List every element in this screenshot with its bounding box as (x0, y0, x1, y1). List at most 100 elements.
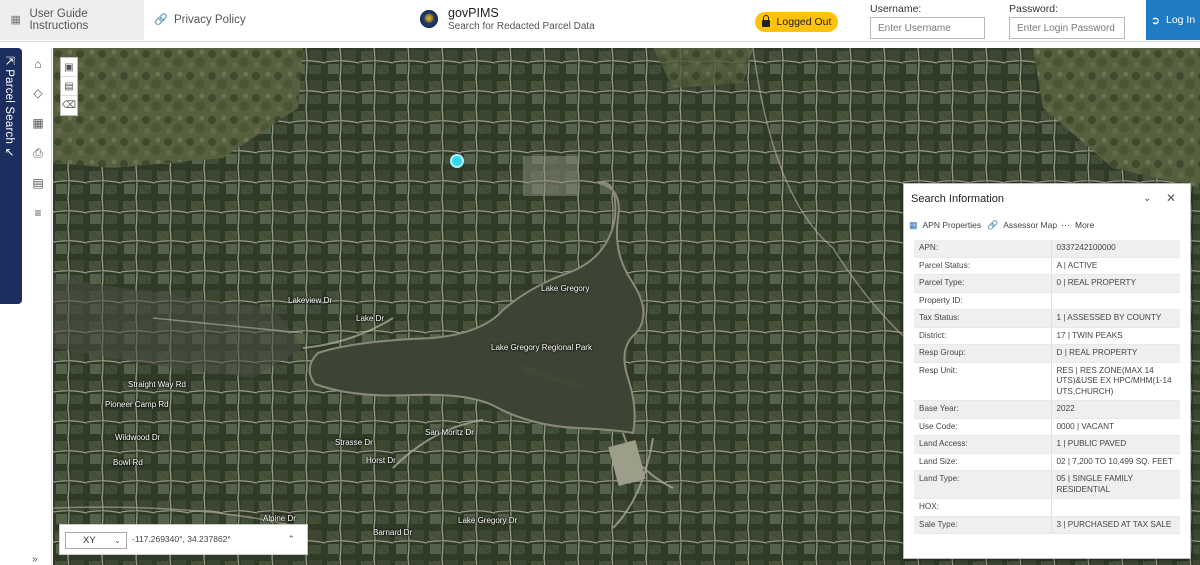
trash-icon[interactable]: ⌫ (61, 96, 77, 115)
field-value: 3 | PURCHASED AT TAX SALE (1051, 516, 1180, 534)
user-guide-label: User Guide Instructions (29, 8, 89, 32)
tab-apn-properties[interactable]: ▦ APN Properties (909, 218, 981, 232)
top-header: ▦ User Guide Instructions 🔗 Privacy Poli… (0, 0, 1200, 42)
arrow-icon: ↙ (3, 147, 15, 158)
field-label: Parcel Status: (914, 257, 1052, 275)
chevron-down-icon: ⌄ (114, 536, 121, 545)
field-label: APN: (914, 240, 1052, 258)
field-label: Land Access: (914, 435, 1052, 454)
table-row: APN: 0337242100000 (914, 240, 1180, 258)
draw-icon[interactable]: ▤ (61, 77, 77, 96)
map-label-lake-dr: Lake Dr (356, 314, 385, 323)
tab-assessor-map[interactable]: 🔗 Assessor Map (987, 218, 1057, 232)
table-row: District: 17 | TWIN PEAKS (914, 327, 1180, 345)
field-label: Parcel Type: (914, 274, 1052, 293)
login-button-label: Log In (1166, 14, 1196, 26)
coordinate-readout: -117.269340°, 34.237862° (132, 534, 231, 544)
home-icon[interactable]: ⌂ (30, 56, 46, 72)
panel-title: Search Information (911, 193, 1004, 205)
table-row: Sale Type: 3 | PURCHASED AT TAX SALE (914, 516, 1180, 534)
map-label-park: Lake Gregory Regional Park (491, 343, 592, 352)
field-label: District: (914, 327, 1052, 345)
table-row: HOX: (914, 498, 1180, 517)
password-input[interactable] (1009, 17, 1125, 39)
privacy-policy-label: Privacy Policy (174, 14, 246, 26)
tab-more-label: More (1075, 220, 1095, 230)
map-label-lake: Lake Gregory (541, 284, 590, 293)
field-value (1051, 292, 1180, 310)
tab-more[interactable]: ⋯ More (1061, 218, 1094, 232)
field-value: 1 | ASSESSED BY COUNTY (1051, 309, 1180, 328)
map-label-horst: Horst Dr (366, 456, 396, 465)
field-label: Sale Type: (914, 516, 1052, 534)
more-icon: ⋯ (1061, 219, 1070, 230)
field-label: Use Code: (914, 418, 1052, 436)
field-label: Land Size: (914, 453, 1052, 471)
field-value: 1 | PUBLIC PAVED (1051, 435, 1180, 454)
user-guide-link[interactable]: ▦ User Guide Instructions (0, 0, 144, 40)
table-row: Base Year: 2022 (914, 400, 1180, 419)
parcel-search-tab[interactable]: ⇱ Parcel Search ↙ (0, 48, 22, 304)
table-row: Tax Status: 1 | ASSESSED BY COUNTY (914, 309, 1180, 328)
table-row: Resp Unit: RES | RES ZONE(MAX 14 UTS)&USE… (914, 362, 1180, 401)
app-brand: govPIMS Search for Redacted Parcel Data (420, 6, 595, 34)
document-icon: ▦ (10, 14, 21, 26)
login-button[interactable]: ➲ Log In (1146, 0, 1200, 40)
field-label: Land Type: (914, 470, 1052, 499)
field-label: Property ID: (914, 292, 1052, 310)
link-icon: 🔗 (154, 14, 168, 26)
table-row: Land Access: 1 | PUBLIC PAVED (914, 435, 1180, 454)
calculator-icon[interactable]: ▤ (30, 175, 46, 191)
tab-assessor-map-label: Assessor Map (1003, 220, 1058, 230)
map-label-gregory-rd: Lake Gregory Dr (458, 516, 518, 525)
parcel-search-text: Parcel Search (3, 69, 15, 145)
expand-chevron-icon[interactable]: » (32, 554, 38, 565)
collapse-icon: ⇱ (3, 56, 15, 70)
map-label-bowl: Bowl Rd (113, 458, 143, 467)
close-icon[interactable]: ✕ (1166, 191, 1176, 205)
parcel-location-marker[interactable] (450, 154, 464, 168)
table-row: Land Type: 05 | SINGLE FAMILY RESIDENTIAL (914, 470, 1180, 499)
login-status-label: Logged Out (776, 16, 832, 28)
field-value: 0000 | VACANT (1051, 418, 1180, 436)
parcel-info-table: APN: 0337242100000 Parcel Status: A | ACTIV… (914, 240, 1180, 534)
coordinate-system-value: XY (83, 535, 96, 546)
layers-icon[interactable]: ◇ (30, 85, 46, 101)
field-value: 0 | REAL PROPERTY (1051, 274, 1180, 293)
tool-strip: ⌂ ◇ ▦ ⎙ ▤ ≡ (25, 48, 52, 565)
field-value: 05 | SINGLE FAMILY RESIDENTIAL (1051, 470, 1180, 499)
field-value: 2022 (1051, 400, 1180, 419)
coordinate-system-select[interactable]: XY ⌄ (65, 532, 127, 549)
map-label-wildwood: Wildwood Dr (115, 433, 161, 442)
privacy-policy-link[interactable]: 🔗 Privacy Policy (152, 0, 246, 40)
field-label: Resp Group: (914, 344, 1052, 363)
map-label-strasse: Strasse Dr (335, 438, 373, 447)
chevron-up-icon[interactable]: ⌃ (287, 534, 295, 545)
parcel-search-label: ⇱ Parcel Search ↙ (2, 56, 16, 157)
table-row: Use Code: 0000 | VACANT (914, 418, 1180, 436)
table-row: Parcel Status: A | ACTIVE (914, 257, 1180, 275)
username-input[interactable] (870, 17, 985, 39)
field-label: HOX: (914, 498, 1052, 517)
county-seal-logo (420, 10, 438, 28)
table-row: Land Size: 02 | 7,200 TO 10,499 SQ. FEET (914, 453, 1180, 471)
collapse-chevron-icon[interactable]: ⌄ (1143, 193, 1151, 204)
map-label-pioneer-camp: Pioneer Camp Rd (105, 400, 169, 409)
map-label-barnard: Barnard Dr (373, 528, 413, 537)
link-icon: 🔗 (987, 219, 999, 230)
field-value: 0337242100000 (1051, 240, 1180, 258)
search-information-panel: Search Information ⌄ ✕ ▦ APN Properties … (903, 183, 1191, 559)
app-title: govPIMS (448, 6, 499, 20)
table-row: Property ID: (914, 292, 1180, 310)
print-icon[interactable]: ⎙ (30, 145, 46, 161)
grid-icon[interactable]: ▦ (30, 115, 46, 131)
field-value: 02 | 7,200 TO 10,499 SQ. FEET (1051, 453, 1180, 471)
panel-tabs: ▦ APN Properties 🔗 Assessor Map ⋯ More (909, 218, 1189, 236)
field-value: D | REAL PROPERTY (1051, 344, 1180, 363)
field-label: Base Year: (914, 400, 1052, 419)
field-value (1051, 498, 1180, 517)
field-value: A | ACTIVE (1051, 257, 1180, 275)
save-map-icon[interactable]: ▣ (61, 58, 77, 77)
login-status-badge: Logged Out (755, 12, 838, 32)
list-icon[interactable]: ≡ (30, 205, 46, 221)
